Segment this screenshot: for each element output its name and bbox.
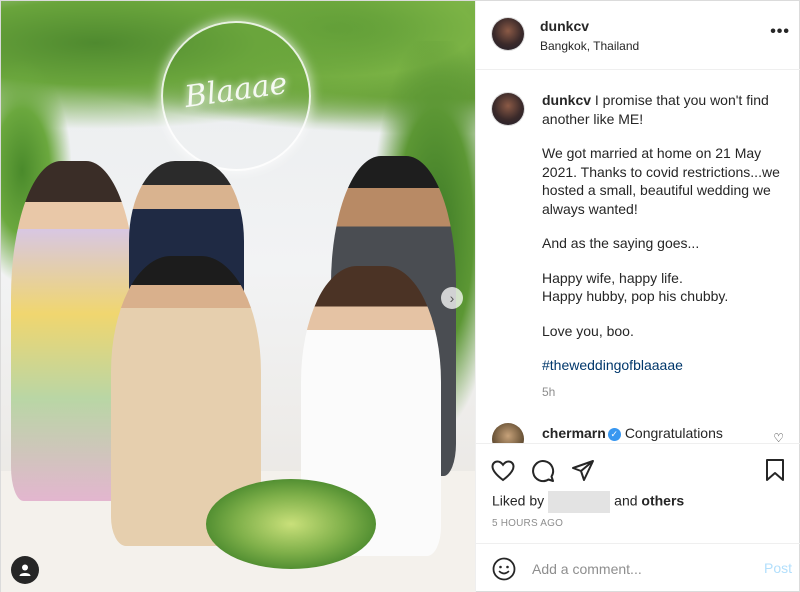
post-actions: Liked by and others 5 HOURS AGO (476, 443, 800, 543)
verified-badge-icon: ✓ (607, 427, 621, 441)
caption-para4a: Happy wife, happy life. (542, 269, 683, 286)
liked-by-line: Liked by and others (492, 491, 684, 513)
liked-by-and: and (614, 492, 638, 509)
user-icon (19, 564, 31, 576)
chevron-right-icon: › (449, 290, 455, 306)
share-paper-plane-icon[interactable] (570, 458, 596, 484)
like-heart-icon[interactable] (490, 458, 516, 484)
emoji-icon[interactable] (492, 557, 516, 581)
post-timestamp[interactable]: 5 HOURS AGO (492, 518, 563, 529)
post-header: dunkcv Bangkok, Thailand ••• (476, 1, 800, 70)
liked-by-prefix: Liked by (492, 492, 545, 509)
caption-time[interactable]: 5h (542, 385, 555, 399)
commenter-avatar[interactable] (492, 423, 524, 443)
comment-bubble-icon[interactable] (530, 458, 556, 484)
hashtag-link[interactable]: #theweddingofblaaaae (542, 357, 683, 373)
caption-para5: Love you, boo. (542, 322, 634, 339)
tagged-users-button[interactable] (11, 556, 39, 584)
comment-body: Congratulations (624, 425, 723, 441)
comment-username[interactable]: chermarn (542, 425, 606, 441)
comments-area: dunkcv I promise that you won't find ano… (476, 71, 800, 443)
post-dialog: Blaaae › dunkcv Bangkok, Thailand ••• du… (0, 0, 800, 592)
post-username[interactable]: dunkcv (540, 18, 589, 34)
add-comment-bar: Post (476, 543, 800, 592)
post-comment-button[interactable]: Post (764, 560, 792, 576)
post-location[interactable]: Bangkok, Thailand (540, 39, 639, 53)
caption-para2: We got married at home on 21 May 2021. T… (542, 145, 780, 217)
action-icons (490, 458, 596, 484)
next-photo-button[interactable]: › (441, 287, 463, 309)
caption-para3: And as the saying goes... (542, 235, 700, 251)
caption-avatar[interactable] (492, 93, 524, 125)
caption-username[interactable]: dunkcv (542, 92, 591, 108)
flower-arrangement (206, 479, 376, 569)
avatar[interactable] (492, 18, 524, 50)
redacted-username[interactable] (548, 491, 611, 513)
comment-like-heart-icon[interactable]: ♡ (773, 431, 784, 443)
comment-text-line: chermarn ✓ Congratulations (542, 425, 723, 441)
comment-input[interactable] (532, 558, 732, 580)
caption-para4b: Happy hubby, pop his chubby. (542, 288, 729, 304)
bookmark-icon[interactable] (764, 458, 790, 484)
more-options-icon[interactable]: ••• (770, 23, 790, 41)
post-photo[interactable]: Blaaae › (1, 1, 475, 592)
caption: dunkcv I promise that you won't find ano… (542, 91, 788, 391)
liked-by-others-link[interactable]: others (641, 493, 684, 509)
post-side-panel: dunkcv Bangkok, Thailand ••• dunkcv I pr… (475, 1, 800, 592)
